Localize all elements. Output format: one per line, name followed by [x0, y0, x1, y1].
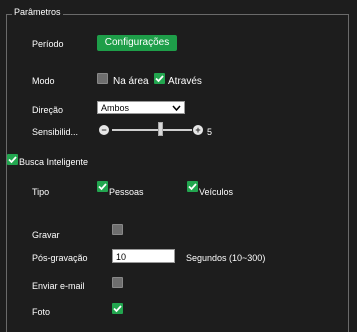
- tipo-pessoas-label: Pessoas: [109, 187, 144, 197]
- gravar-label: Gravar: [32, 230, 60, 240]
- enviar-email-checkbox[interactable]: [112, 277, 123, 288]
- direcao-label: Direção: [32, 105, 64, 115]
- periodo-label: Período: [32, 39, 64, 49]
- pos-gravacao-input[interactable]: 10: [112, 249, 175, 263]
- section-title: Parâmetros: [12, 5, 63, 19]
- busca-inteligente-label: Busca Inteligente: [19, 157, 89, 167]
- modo-area-label: Na área: [113, 76, 149, 87]
- sensibilidade-value: 5: [207, 127, 213, 137]
- foto-checkbox[interactable]: [112, 303, 123, 314]
- check-icon: [8, 156, 17, 164]
- sensibilidade-slider-thumb[interactable]: [158, 122, 163, 136]
- tipo-pessoas-checkbox[interactable]: [97, 181, 108, 192]
- busca-inteligente-checkbox[interactable]: [7, 154, 18, 165]
- foto-label: Foto: [32, 307, 51, 317]
- tipo-veiculos-label: Veículos: [199, 187, 234, 197]
- direcao-selected-value: Ambos: [101, 103, 130, 113]
- sensibilidade-label: Sensibilid...: [32, 127, 79, 137]
- configuracoes-button[interactable]: Configurações: [97, 35, 177, 51]
- check-icon: [113, 305, 122, 313]
- check-icon: [188, 183, 197, 191]
- increase-button[interactable]: +: [193, 125, 203, 135]
- modo-area-checkbox[interactable]: [97, 73, 108, 84]
- pos-gravacao-label: Pós-gravação: [32, 253, 88, 263]
- sensibilidade-slider-track[interactable]: [112, 129, 192, 131]
- pos-gravacao-unit: Segundos (10~300): [186, 253, 266, 263]
- enviar-email-label: Enviar e-mail: [32, 281, 85, 291]
- gravar-checkbox[interactable]: [112, 224, 123, 235]
- check-icon: [155, 75, 164, 83]
- tipo-veiculos-checkbox[interactable]: [187, 181, 198, 192]
- modo-atraves-checkbox[interactable]: [154, 73, 165, 84]
- modo-atraves-label: Através: [168, 76, 202, 87]
- tipo-label: Tipo: [32, 187, 50, 197]
- direcao-select[interactable]: Ambos: [97, 101, 185, 114]
- modo-label: Modo: [32, 76, 55, 86]
- decrease-button[interactable]: −: [99, 125, 109, 135]
- chevron-down-icon: [172, 105, 181, 112]
- check-icon: [98, 183, 107, 191]
